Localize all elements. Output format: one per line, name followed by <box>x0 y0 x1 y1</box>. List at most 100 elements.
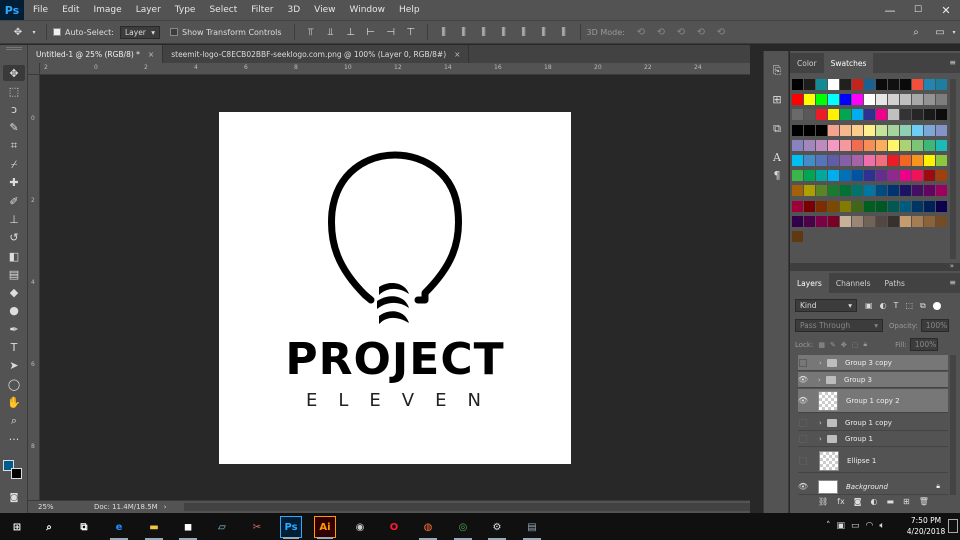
marquee-tool-icon[interactable]: ⬚ <box>3 83 25 99</box>
color-swatch[interactable] <box>924 185 935 197</box>
3d-slide-icon[interactable]: ⟲ <box>693 25 709 39</box>
color-swatch[interactable] <box>840 155 851 166</box>
clock[interactable]: 7:50 PM 4/20/2018 <box>906 515 946 537</box>
color-swatch[interactable] <box>876 139 887 151</box>
color-swatch[interactable] <box>900 170 911 182</box>
chevron-right-icon[interactable]: › <box>819 359 827 367</box>
tab-paths[interactable]: Paths <box>878 273 912 293</box>
color-swatch[interactable] <box>912 200 923 212</box>
color-swatch[interactable] <box>876 215 887 227</box>
adjustment-filter-icon[interactable]: ◐ <box>880 301 887 310</box>
color-swatch[interactable] <box>936 185 947 197</box>
color-swatch[interactable] <box>888 124 899 136</box>
layers-scrollbar[interactable] <box>950 355 956 495</box>
3d-pan-icon[interactable]: ⟲ <box>673 25 689 39</box>
distribute-hcenter-icon[interactable]: ⫼ <box>516 25 532 39</box>
color-swatch[interactable] <box>924 79 935 90</box>
color-swatch[interactable] <box>900 79 911 90</box>
color-swatch[interactable] <box>912 124 923 136</box>
color-swatch[interactable] <box>816 170 827 182</box>
taskbar-opera-icon[interactable]: O <box>383 516 405 538</box>
color-swatch[interactable] <box>900 109 911 121</box>
character-icon[interactable]: A <box>769 149 785 165</box>
color-swatch[interactable] <box>936 94 947 106</box>
move-tool-icon[interactable]: ✥ <box>3 65 25 81</box>
color-swatch[interactable] <box>804 170 815 182</box>
color-swatch[interactable] <box>900 200 911 212</box>
color-swatch[interactable] <box>936 215 947 227</box>
color-swatch[interactable] <box>804 200 815 212</box>
color-swatch[interactable] <box>816 200 827 212</box>
close-window-button[interactable]: ✕ <box>932 0 960 20</box>
color-swatch[interactable] <box>912 215 923 227</box>
crop-tool-icon[interactable]: ⌗ <box>3 138 25 154</box>
color-swatch[interactable] <box>804 155 815 166</box>
eraser-tool-icon[interactable]: ◧ <box>3 248 25 264</box>
color-swatch[interactable] <box>840 79 851 90</box>
menu-image[interactable]: Image <box>87 5 129 15</box>
battery-icon[interactable]: ▭ <box>851 521 860 531</box>
distribute-left-icon[interactable]: ⫼ <box>496 25 512 39</box>
3d-scale-icon[interactable]: ⟲ <box>713 25 729 39</box>
canvas-area[interactable]: PROJECT ELEVEN <box>40 75 750 500</box>
taskbar-settings-icon[interactable]: ⚙ <box>486 516 508 540</box>
layer-row[interactable]: › Group 3 copy <box>798 355 948 371</box>
paragraph-icon[interactable]: ¶ <box>769 167 785 183</box>
color-swatch[interactable] <box>852 215 863 227</box>
color-swatch[interactable] <box>840 94 851 106</box>
color-swatch[interactable] <box>828 124 839 136</box>
delete-layer-icon[interactable]: 🗑︎ <box>919 497 929 506</box>
taskbar-firefox-icon[interactable]: ◍ <box>417 516 439 540</box>
align-right-icon[interactable]: ⊤ <box>403 25 419 39</box>
menu-filter[interactable]: Filter <box>244 5 280 15</box>
color-swatch[interactable] <box>900 185 911 197</box>
quick-select-tool-icon[interactable]: ✎ <box>3 120 25 136</box>
color-swatch[interactable] <box>912 109 923 121</box>
color-swatch[interactable] <box>864 94 875 106</box>
color-swatch[interactable] <box>888 170 899 182</box>
eye-icon[interactable]: 👁︎ <box>798 375 808 385</box>
color-swatch[interactable] <box>804 124 815 136</box>
toolbar-grip[interactable] <box>6 47 22 50</box>
color-swatch[interactable] <box>912 139 923 151</box>
color-swatch[interactable] <box>912 79 923 90</box>
color-swatch[interactable] <box>816 94 827 106</box>
color-swatch[interactable] <box>912 185 923 197</box>
align-hcenter-icon[interactable]: ⊣ <box>383 25 399 39</box>
adjustment-layer-icon[interactable]: ◐ <box>870 497 877 506</box>
eye-icon[interactable]: 👁︎ <box>798 396 808 406</box>
color-swatch[interactable] <box>900 94 911 106</box>
color-swatch[interactable] <box>888 215 899 227</box>
visibility-toggle[interactable] <box>799 456 807 465</box>
layer-filter-dropdown[interactable]: Kind ▾ <box>795 299 857 312</box>
close-icon[interactable]: × <box>454 50 460 59</box>
color-swatch[interactable] <box>924 170 935 182</box>
align-left-icon[interactable]: ⊢ <box>363 25 379 39</box>
align-vcenter-icon[interactable]: ⫫ <box>323 25 339 39</box>
panel-menu-icon[interactable]: ≡ <box>949 278 956 287</box>
color-swatch[interactable] <box>876 109 887 121</box>
taskbar-illustrator-icon[interactable]: Ai <box>314 516 336 539</box>
eyedropper-tool-icon[interactable]: ⌿ <box>3 157 25 173</box>
panel-menu-icon[interactable]: ≡ <box>949 58 956 67</box>
color-swatch[interactable] <box>924 124 935 136</box>
horizontal-scrollbar[interactable] <box>184 503 750 511</box>
color-swatch[interactable] <box>816 215 827 227</box>
menu-select[interactable]: Select <box>202 5 244 15</box>
color-swatch[interactable] <box>828 170 839 182</box>
show-transform-checkbox[interactable] <box>169 28 178 36</box>
layer-style-icon[interactable]: fx <box>837 497 845 506</box>
clone-source-icon[interactable]: ⧉ <box>769 121 785 137</box>
color-swatch[interactable] <box>828 79 839 90</box>
color-swatch[interactable] <box>828 200 839 212</box>
color-swatch[interactable] <box>936 139 947 151</box>
tab-channels[interactable]: Channels <box>829 273 878 293</box>
zoom-tool-icon[interactable]: ⌕ <box>3 413 25 429</box>
taskbar-search-icon[interactable]: ⌕ <box>38 516 60 538</box>
color-swatch[interactable] <box>792 200 803 212</box>
color-swatch[interactable] <box>792 155 803 166</box>
color-swatch[interactable] <box>828 94 839 106</box>
volume-icon[interactable]: 🔈︎ <box>879 521 884 531</box>
zoom-level[interactable]: 25% <box>38 503 82 511</box>
ruler-origin[interactable] <box>28 63 40 75</box>
